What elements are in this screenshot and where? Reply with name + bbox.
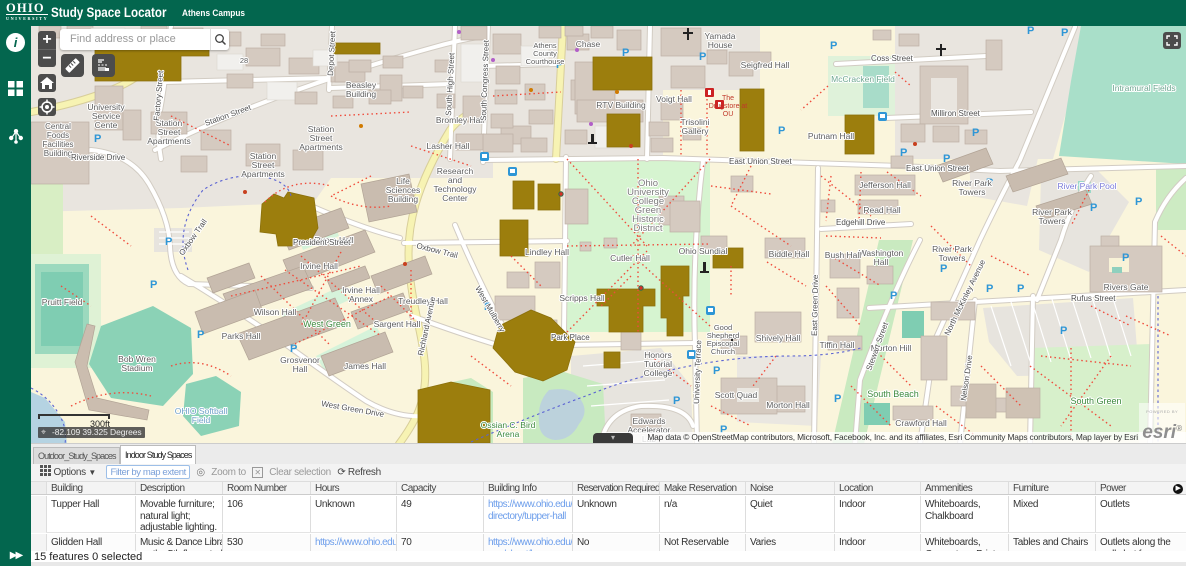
svg-text:East Union Street: East Union Street <box>906 164 969 173</box>
svg-text:College: College <box>644 368 673 378</box>
svg-text:Park Place: Park Place <box>551 333 590 342</box>
svg-text:P: P <box>165 236 172 248</box>
svg-text:P: P <box>1061 27 1068 39</box>
svg-text:Scott Quad: Scott Quad <box>715 390 758 400</box>
svg-text:28: 28 <box>240 56 248 65</box>
svg-text:Riverside Drive: Riverside Drive <box>71 153 126 162</box>
svg-text:Lasher Hall: Lasher Hall <box>427 141 470 151</box>
svg-text:P: P <box>1135 196 1142 208</box>
svg-text:Edgehill Drive: Edgehill Drive <box>836 218 886 227</box>
svg-text:Gallery: Gallery <box>682 126 710 136</box>
svg-text:P: P <box>699 51 706 63</box>
svg-text:Irvine Hall: Irvine Hall <box>300 261 338 271</box>
svg-text:Field: Field <box>192 415 211 425</box>
svg-text:Biddle Hall: Biddle Hall <box>769 249 810 259</box>
svg-text:Chase: Chase <box>576 39 601 49</box>
svg-text:OU: OU <box>723 111 734 118</box>
svg-text:P: P <box>673 395 680 407</box>
svg-text:Courthouse: Courthouse <box>526 57 565 66</box>
svg-text:Annex: Annex <box>349 294 374 304</box>
svg-text:P: P <box>900 147 907 159</box>
svg-text:West Green: West Green <box>303 319 351 329</box>
svg-text:East Union Street: East Union Street <box>729 157 792 166</box>
svg-text:Parks Hall: Parks Hall <box>222 331 261 341</box>
svg-text:Bush Hall: Bush Hall <box>825 250 861 260</box>
svg-text:P: P <box>197 329 204 341</box>
svg-text:Building: Building <box>388 194 419 204</box>
svg-text:Apartments: Apartments <box>241 169 284 179</box>
svg-text:P: P <box>94 133 101 145</box>
svg-text:Towers: Towers <box>959 187 986 197</box>
svg-text:P: P <box>778 125 785 137</box>
svg-text:Hall: Hall <box>293 364 308 374</box>
svg-text:i: i <box>14 35 18 50</box>
svg-text:Towers: Towers <box>1039 216 1066 226</box>
svg-text:Voigt Hall: Voigt Hall <box>656 94 692 104</box>
svg-text:House: House <box>708 40 733 50</box>
svg-text:Crawford Hall: Crawford Hall <box>895 418 947 428</box>
svg-text:P: P <box>622 47 629 59</box>
svg-text:Scripps Hall: Scripps Hall <box>559 293 604 303</box>
svg-text:Building: Building <box>44 149 72 158</box>
svg-text:P: P <box>290 343 297 355</box>
svg-text:President Street: President Street <box>293 238 351 247</box>
svg-text:Rufus Street: Rufus Street <box>1071 294 1116 303</box>
svg-text:Sargent Hall: Sargent Hall <box>374 319 421 329</box>
svg-text:P: P <box>830 40 837 52</box>
svg-text:Central: Central <box>45 122 71 131</box>
svg-text:P: P <box>713 365 720 377</box>
svg-text:East Green Drive: East Green Drive <box>810 274 820 336</box>
svg-text:Wilson Hall: Wilson Hall <box>254 307 297 317</box>
svg-text:Center: Center <box>442 193 468 203</box>
svg-text:River Park Pool: River Park Pool <box>1057 181 1116 191</box>
svg-text:Lindley Hall: Lindley Hall <box>525 247 569 257</box>
svg-text:Jefferson Hall: Jefferson Hall <box>859 180 911 190</box>
svg-text:P: P <box>1060 325 1067 337</box>
svg-text:Drugstore at: Drugstore at <box>709 103 748 110</box>
svg-text:Treudley Hall: Treudley Hall <box>398 296 448 306</box>
svg-text:Ohio Sundial: Ohio Sundial <box>679 246 728 256</box>
svg-text:P: P <box>972 127 979 139</box>
svg-text:Foods: Foods <box>47 131 69 140</box>
svg-text:Coss Street: Coss Street <box>871 54 914 63</box>
svg-text:Read Hall: Read Hall <box>863 205 900 215</box>
svg-text:Building: Building <box>346 89 377 99</box>
svg-text:The: The <box>722 95 734 102</box>
svg-text:South Beach: South Beach <box>867 389 919 399</box>
svg-text:P: P <box>150 279 157 291</box>
svg-text:P: P <box>1017 283 1024 295</box>
svg-text:P: P <box>1122 252 1129 264</box>
svg-text:Morton Hall: Morton Hall <box>766 400 810 410</box>
svg-text:Apartments: Apartments <box>147 136 190 146</box>
svg-text:McCracken Field: McCracken Field <box>831 74 895 84</box>
svg-text:Putnam Hall: Putnam Hall <box>808 131 854 141</box>
svg-text:P: P <box>834 393 841 405</box>
svg-text:Hall: Hall <box>874 257 889 267</box>
svg-text:P: P <box>986 283 993 295</box>
svg-text:Apartments: Apartments <box>299 142 342 152</box>
svg-text:Stadium: Stadium <box>121 363 152 373</box>
svg-text:Church: Church <box>711 347 735 356</box>
svg-text:Shively Hall: Shively Hall <box>756 333 801 343</box>
svg-text:P: P <box>1027 26 1034 37</box>
svg-text:Towers: Towers <box>939 253 966 263</box>
svg-text:Rivers Gate: Rivers Gate <box>1104 282 1149 292</box>
svg-text:District: District <box>633 223 662 234</box>
svg-text:Cutler Hall: Cutler Hall <box>610 253 650 263</box>
svg-text:P: P <box>1090 202 1097 214</box>
svg-text:Tiffin Hall: Tiffin Hall <box>820 340 855 350</box>
svg-text:RTV Building: RTV Building <box>596 100 646 110</box>
svg-text:P: P <box>890 290 897 302</box>
svg-text:James Hall: James Hall <box>344 361 386 371</box>
svg-text:South Green: South Green <box>1070 396 1121 406</box>
svg-text:Milliron Street: Milliron Street <box>931 109 981 118</box>
svg-text:Seigfred Hall: Seigfred Hall <box>741 60 790 70</box>
svg-text:P: P <box>940 263 947 275</box>
svg-text:Intramural Fields: Intramural Fields <box>1112 83 1175 93</box>
svg-text:Arena: Arena <box>497 429 520 439</box>
svg-text:Cente: Cente <box>95 120 118 130</box>
svg-text:Facilities: Facilities <box>42 140 73 149</box>
svg-text:Pruitt Field: Pruitt Field <box>42 297 83 307</box>
